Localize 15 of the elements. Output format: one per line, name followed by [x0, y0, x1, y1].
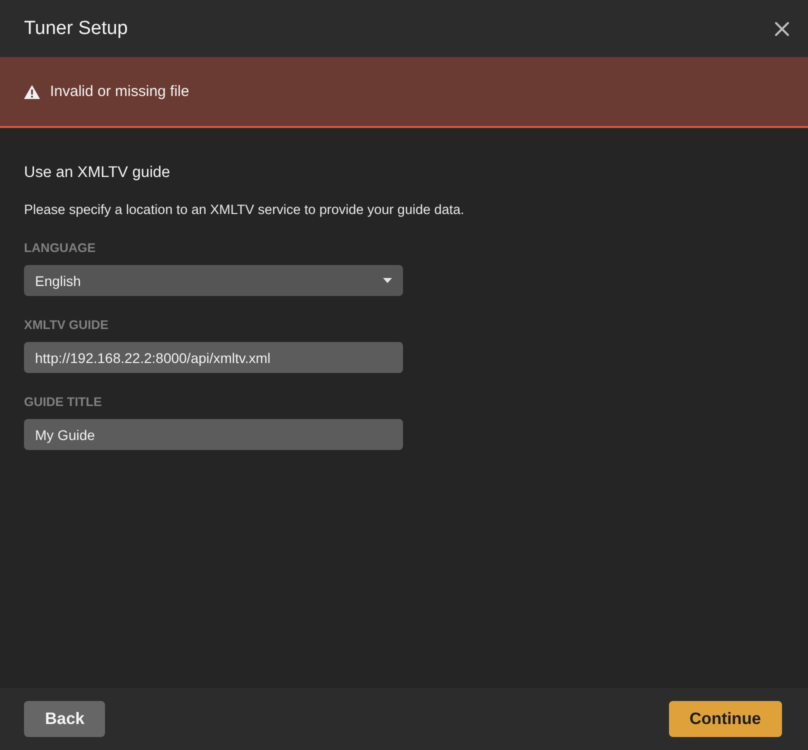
- input-field[interactable]: My Guide: [24, 419, 403, 450]
- continue-button[interactable]: Continue: [668, 701, 782, 737]
- field-label: XMLTV GUIDE: [24, 318, 110, 332]
- field-label: GUIDE TITLE: [24, 395, 103, 409]
- caret-icon: [383, 278, 392, 283]
- dialog-title: Tuner Setup: [24, 18, 128, 40]
- back-button[interactable]: Back: [24, 701, 106, 737]
- close-icon[interactable]: [774, 20, 790, 36]
- banner-message: Invalid or missing file: [50, 83, 190, 100]
- input-field[interactable]: http://192.168.22.2:8000/api/xmltv.xml: [24, 342, 403, 373]
- section-heading: Use an XMLTV guide: [24, 164, 172, 182]
- language-select[interactable]: English: [24, 265, 403, 296]
- field-label: LANGUAGE: [24, 241, 97, 255]
- warning-icon: [24, 84, 40, 98]
- section-description: Please specify a location to an XMLTV service to provide your guide data.: [24, 202, 466, 217]
